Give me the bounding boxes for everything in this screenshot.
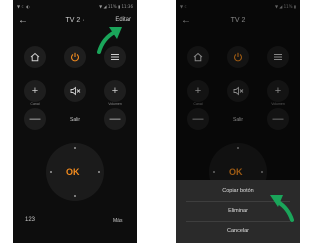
power-icon [70, 52, 80, 62]
arrow-icon [97, 27, 122, 54]
ok-button[interactable]: OK [66, 167, 80, 177]
mute-icon [70, 86, 80, 96]
more-button[interactable]: Más [113, 218, 122, 224]
volume-down-button[interactable]: — [104, 108, 126, 130]
power-button[interactable] [64, 46, 86, 68]
dpad-left[interactable] [50, 171, 52, 173]
mute-button[interactable] [64, 80, 86, 102]
home-icon [30, 52, 40, 62]
channel-down-button[interactable]: — [24, 108, 46, 130]
arrow-icon [270, 195, 294, 222]
channel-up-button[interactable]: + [24, 80, 46, 102]
volume-label: Volumen [108, 102, 122, 106]
volume-up-button[interactable]: + [104, 80, 126, 102]
dpad-right[interactable] [98, 171, 100, 173]
status-left: ▼ ☾ ◐ [17, 4, 30, 9]
dpad-up[interactable] [74, 147, 76, 149]
status-right: ▼ ◢ 11% ▮ 11:36 [99, 4, 133, 9]
left-screen: ▼ ☾ ◐ ▼ ◢ 11% ▮ 11:36 ← TV 2 · Editar + … [13, 0, 137, 243]
numbers-button[interactable]: 123 [25, 217, 35, 223]
dpad-down[interactable] [74, 195, 76, 197]
status-bar: ▼ ☾ ◐ ▼ ◢ 11% ▮ 11:36 [17, 3, 133, 10]
right-screen: ▼ ☾ ▼ ◢ 11% ▮ ← TV 2 + Canal + Volumen —… [176, 0, 300, 243]
cancel-button[interactable]: Cancelar [176, 222, 300, 240]
home-button[interactable] [24, 46, 46, 68]
channel-label: Canal [30, 102, 40, 106]
exit-button[interactable]: Salir [64, 117, 86, 123]
